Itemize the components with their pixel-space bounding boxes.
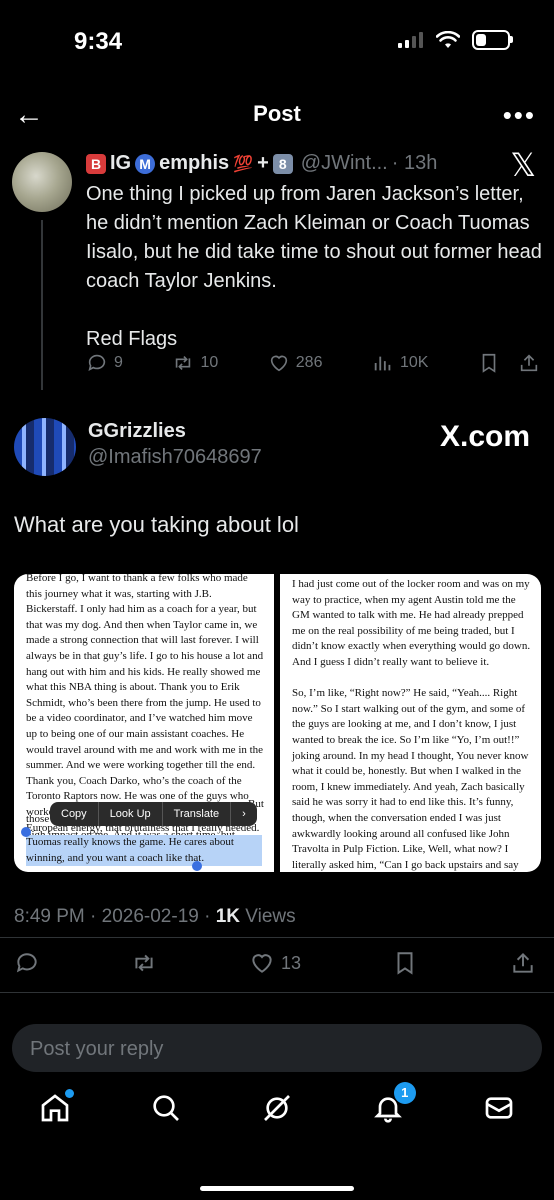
grok-icon [264,1095,290,1121]
repost-icon[interactable] [131,950,157,976]
tab-search[interactable] [150,1092,182,1129]
share-icon[interactable] [518,352,540,374]
xcom-watermark: X.com [439,420,530,453]
divider [0,937,554,938]
repost-icon [176,355,191,371]
quoted-post-text: One thing I picked up from Jaren Jackson… [86,183,542,350]
signal-icon [398,32,423,48]
reply-button[interactable]: 9 [86,352,123,374]
views-icon [374,356,391,371]
heart-icon [270,355,287,372]
book-page-text: I had just come out of the locker room a… [292,578,531,871]
post-timestamp: 8:49 PM · 2026-02-19 · 1K Views [14,906,296,927]
heart-icon [252,954,272,973]
divider [0,992,554,993]
reply-icon[interactable] [14,950,40,976]
bookmark-icon[interactable] [392,950,418,976]
home-indicator [200,1186,354,1191]
b-emoji-icon: B [86,153,106,174]
quoted-post-header[interactable]: B IG M emphis 💯 + 8 @JWint... · 13h [86,152,437,175]
avatar[interactable] [12,152,72,212]
attached-image-left[interactable]: Before I go, I want to thank a few folks… [14,574,274,872]
tab-messages[interactable] [483,1092,515,1129]
thread-line [41,220,43,390]
author-handle: @JWint... [300,152,388,174]
more-menu-chevron-icon[interactable]: › [231,802,257,826]
avatar[interactable] [14,418,76,476]
reply-placeholder: Post your reply [30,1038,164,1060]
wifi-icon [436,31,460,48]
tab-grok[interactable] [261,1092,293,1129]
like-count: 13 [280,952,301,973]
post-text: What are you taking about lol [14,512,299,537]
text-context-menu: Copy Look Up Translate › [50,802,257,826]
selection-start-handle[interactable] [21,827,31,837]
x-logo-icon: 𝕏 [510,146,536,184]
views-count: 1K [215,906,241,927]
like-button[interactable]: 13 [249,950,301,976]
translate-menu-item[interactable]: Translate [163,802,232,826]
notifications-badge: 1 [393,1082,416,1104]
mail-icon [485,1097,512,1119]
author-name-part: emphis [159,152,230,174]
author-name-part: + [257,152,269,174]
page-title: Post [253,101,301,126]
attached-image-right[interactable]: I had just come out of the locker room a… [280,574,541,872]
like-count: 286 [295,354,323,371]
author-name[interactable]: GGrizzlies [88,420,186,443]
tab-home[interactable] [39,1089,75,1129]
repost-count: 10 [200,354,219,371]
search-icon [153,1095,180,1121]
reply-count: 9 [114,354,123,371]
status-icons [398,30,513,50]
views-button[interactable]: 10K [372,352,428,374]
reply-icon [88,354,106,371]
quoted-post-actions: 9 10 286 10K [86,352,540,374]
post-actions: 13 [14,950,536,976]
home-notification-dot [65,1089,75,1098]
post-time: · 13h [391,152,438,174]
author-name-part: IG [110,152,132,174]
more-options-icon[interactable]: ••• [503,100,536,131]
copy-menu-item[interactable]: Copy [50,802,99,826]
author-handle[interactable]: @Imafish70648697 [88,446,262,469]
m-emoji-icon: M [135,153,156,174]
eight-emoji-icon: 8 [272,153,293,174]
repost-button[interactable]: 10 [172,352,218,374]
views-count: 10K [400,354,429,371]
selection-end-handle[interactable] [192,861,202,871]
bottom-tab-bar: 1 [0,1082,554,1129]
look-up-menu-item[interactable]: Look Up [99,802,163,826]
selected-text[interactable]: Tuomas really knows the game. He cares a… [26,835,262,867]
bookmark-button[interactable] [478,352,540,374]
share-icon[interactable] [510,950,536,976]
status-time: 9:34 [74,28,123,55]
book-page-text-tail: those [26,813,50,825]
tab-notifications[interactable]: 1 [372,1082,416,1129]
hundred-emoji-icon: 💯 [233,155,254,173]
battery-icon [472,30,513,50]
bookmark-icon [482,353,496,373]
like-button[interactable]: 286 [268,352,323,374]
